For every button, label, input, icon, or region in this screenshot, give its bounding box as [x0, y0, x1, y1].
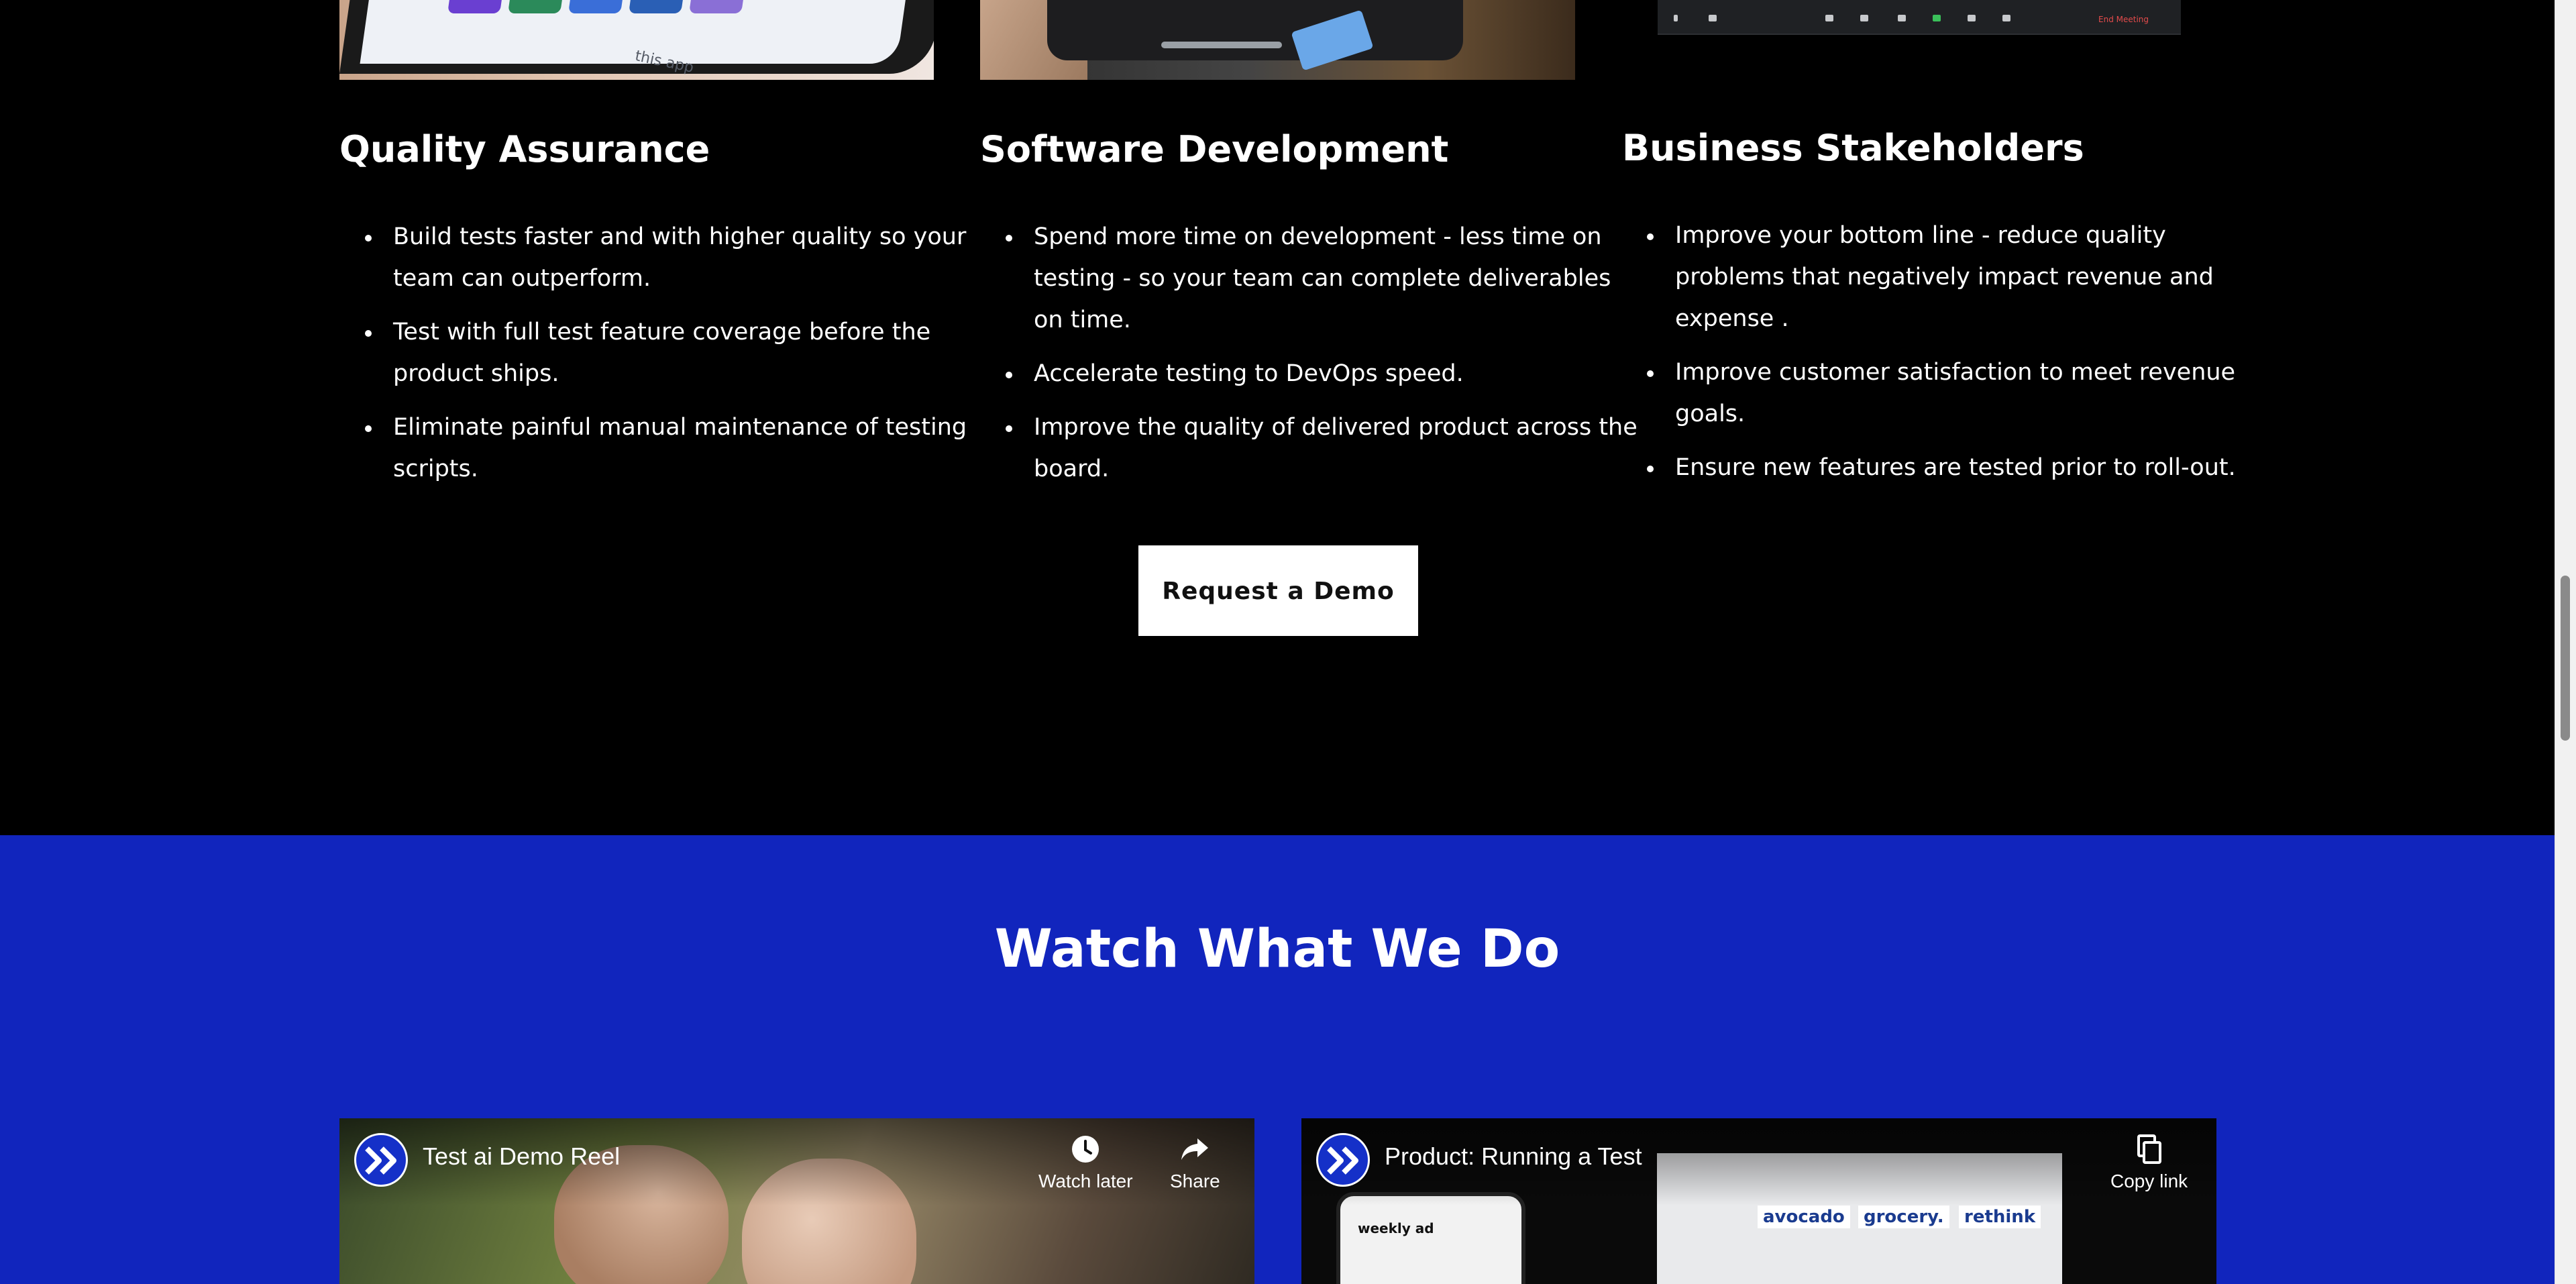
- tile-label: avocado: [1758, 1206, 1850, 1228]
- quality-assurance-list: Build tests faster and with higher quali…: [339, 216, 983, 502]
- copy-link-button[interactable]: Copy link: [2110, 1133, 2188, 1192]
- benefits-section: this app End Meeting Quality Assurance S…: [0, 0, 2555, 835]
- request-demo-button[interactable]: Request a Demo: [1138, 545, 1418, 636]
- software-development-heading: Software Development: [980, 128, 1449, 170]
- share-button[interactable]: Share: [1170, 1133, 1220, 1192]
- phone-screen-title: weekly ad: [1358, 1220, 1434, 1236]
- list-item: Accelerate testing to DevOps speed.: [1006, 353, 1638, 394]
- list-item: Build tests faster and with higher quali…: [365, 216, 983, 299]
- copy-icon: [2137, 1134, 2161, 1164]
- video-title[interactable]: Product: Running a Test: [1385, 1142, 1642, 1171]
- tile-label: rethink: [1959, 1206, 2041, 1228]
- channel-avatar[interactable]: [1316, 1133, 1370, 1187]
- share-label: Share: [1170, 1171, 1220, 1191]
- video-title[interactable]: Test ai Demo Reel: [423, 1142, 620, 1171]
- channel-avatar[interactable]: [354, 1133, 408, 1187]
- list-item: Ensure new features are tested prior to …: [1647, 447, 2265, 488]
- video-thumbnail-phone: weekly ad: [1336, 1192, 1525, 1284]
- tile-label: grocery.: [1858, 1206, 1949, 1228]
- list-item: Improve customer satisfaction to meet re…: [1647, 352, 2265, 435]
- scrollbar-thumb[interactable]: [2561, 576, 2570, 741]
- business-stakeholders-heading: Business Stakeholders: [1622, 127, 2084, 169]
- business-stakeholders-list: Improve your bottom line - reduce qualit…: [1621, 215, 2265, 500]
- quality-assurance-image: this app: [339, 0, 934, 80]
- double-chevron-right-icon: [365, 1146, 396, 1175]
- software-development-image: [980, 0, 1575, 80]
- video-player-running-a-test[interactable]: weekly ad avocado grocery. rethink Produ…: [1301, 1118, 2216, 1284]
- page-content: this app End Meeting Quality Assurance S…: [0, 0, 2555, 1284]
- list-item: Spend more time on development - less ti…: [1006, 216, 1638, 341]
- double-chevron-right-icon: [1327, 1146, 1358, 1175]
- software-development-list: Spend more time on development - less ti…: [980, 216, 1638, 502]
- share-arrow-icon: [1181, 1138, 1209, 1160]
- list-item: Test with full test feature coverage bef…: [365, 311, 983, 394]
- clock-icon: [1072, 1136, 1099, 1163]
- page-scrollbar[interactable]: [2555, 0, 2576, 1284]
- videos-section: Watch What We Do Test ai Demo Reel Watch…: [0, 835, 2555, 1284]
- business-stakeholders-image: End Meeting: [1658, 0, 2181, 35]
- video-player-demo-reel[interactable]: Test ai Demo Reel Watch later Share: [339, 1118, 1254, 1284]
- list-item: Improve the quality of delivered product…: [1006, 407, 1638, 490]
- end-meeting-label: End Meeting: [2098, 15, 2149, 24]
- list-item: Eliminate painful manual maintenance of …: [365, 407, 983, 490]
- videos-section-title: Watch What We Do: [994, 919, 1560, 979]
- watch-later-button[interactable]: Watch later: [1038, 1133, 1133, 1192]
- quality-assurance-heading: Quality Assurance: [339, 128, 710, 170]
- watch-later-label: Watch later: [1038, 1171, 1133, 1191]
- list-item: Improve your bottom line - reduce qualit…: [1647, 215, 2265, 339]
- copy-link-label: Copy link: [2110, 1171, 2188, 1191]
